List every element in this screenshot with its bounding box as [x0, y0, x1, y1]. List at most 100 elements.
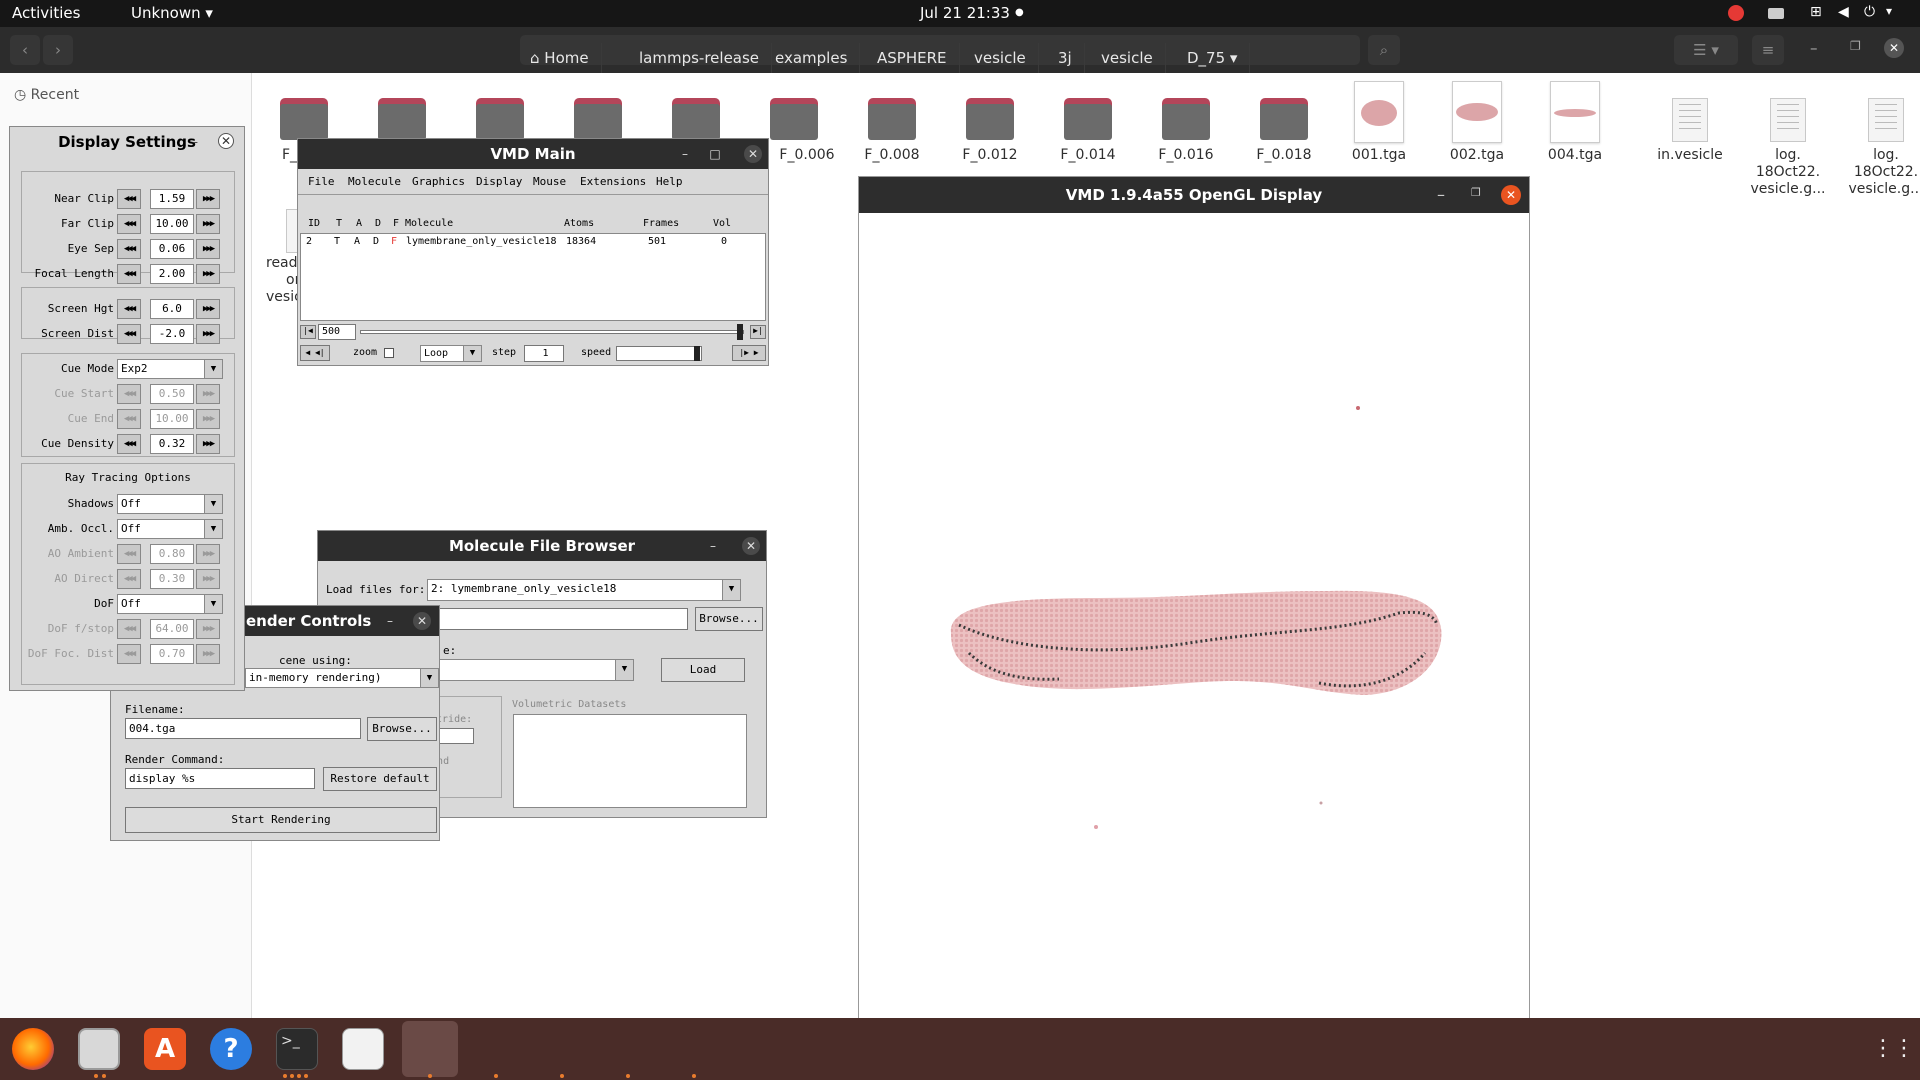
menu-molecule[interactable]: Molecule — [348, 175, 401, 188]
cue-mode-select[interactable]: Exp2 ▼ — [117, 359, 223, 379]
cue-end-increase[interactable]: ▶▶▶ — [196, 409, 220, 429]
text-file-icon[interactable] — [1770, 98, 1806, 142]
render-filename-field[interactable]: 004.tga — [125, 718, 361, 739]
breadcrumb-item[interactable]: vesicle — [1089, 43, 1166, 73]
cue-density-increase[interactable]: ▶▶▶ — [196, 434, 220, 454]
close-icon[interactable]: ✕ — [413, 612, 431, 630]
keyboard-icon[interactable] — [1768, 8, 1784, 19]
cue-density-value[interactable]: 0.32 — [150, 434, 194, 454]
breadcrumb-item[interactable]: D_75 ▾ — [1175, 43, 1251, 73]
play-reverse-button[interactable]: ◀ ◀| — [300, 345, 330, 361]
menu-icon[interactable]: ≡ — [1752, 35, 1784, 65]
back-button[interactable]: ‹ — [10, 35, 40, 65]
near-clip-increase[interactable]: ▶▶▶ — [196, 189, 220, 209]
frame-slider[interactable] — [360, 330, 744, 334]
volumetric-list[interactable] — [513, 714, 747, 808]
menu-extensions[interactable]: Extensions — [580, 175, 646, 188]
folder-icon[interactable] — [476, 98, 524, 140]
amb-occl-select[interactable]: Off ▼ — [117, 519, 223, 539]
near-clip-value[interactable]: 1.59 — [150, 189, 194, 209]
molecule-select[interactable]: 2: lymembrane_only_vesicle18 ▼ — [427, 579, 741, 601]
eye-sep-increase[interactable]: ▶▶▶ — [196, 239, 220, 259]
image-thumbnail[interactable] — [1550, 81, 1600, 143]
go-start-button[interactable]: |◀ — [300, 325, 316, 339]
folder-icon[interactable] — [672, 98, 720, 140]
table-row[interactable]: 2 T A D F lymembrane_only_vesicle18 1836… — [301, 234, 765, 250]
frame-field[interactable]: 500 — [318, 324, 356, 340]
menu-file[interactable]: File — [308, 175, 335, 188]
maximize-icon[interactable]: □ — [706, 145, 724, 163]
maximize-icon[interactable]: ❐ — [1471, 186, 1481, 199]
file-type-select[interactable]: ▼ — [418, 659, 634, 681]
browse-button[interactable]: Browse... — [695, 607, 763, 631]
ao-ambient-decrease[interactable]: ◀◀◀ — [117, 544, 141, 564]
cue-end-value[interactable]: 10.00 — [150, 409, 194, 429]
far-clip-increase[interactable]: ▶▶▶ — [196, 214, 220, 234]
dof-foc-dist-value[interactable]: 0.70 — [150, 644, 194, 664]
molecule-render[interactable] — [859, 213, 1529, 1059]
shadows-select[interactable]: Off ▼ — [117, 494, 223, 514]
minimize-icon[interactable]: – — [704, 537, 722, 555]
ao-direct-decrease[interactable]: ◀◀◀ — [117, 569, 141, 589]
speed-handle[interactable] — [694, 346, 700, 361]
screen-dist-increase[interactable]: ▶▶▶ — [196, 324, 220, 344]
do-not-disturb-icon[interactable] — [1728, 5, 1744, 21]
folder-icon[interactable] — [280, 98, 328, 140]
folder-icon[interactable] — [868, 98, 916, 140]
image-thumbnail[interactable] — [1354, 81, 1404, 143]
folder-icon[interactable] — [770, 98, 818, 140]
filename-field[interactable] — [418, 608, 688, 630]
screen-hgt-value[interactable]: 6.0 — [150, 299, 194, 319]
zoom-checkbox[interactable] — [384, 348, 394, 358]
mol-top[interactable]: T — [334, 234, 340, 250]
mol-active[interactable]: A — [354, 234, 360, 250]
mol-fixed[interactable]: F — [391, 234, 397, 250]
play-forward-button[interactable]: |▶ ▶ — [732, 345, 766, 361]
screen-dist-decrease[interactable]: ◀◀◀ — [117, 324, 141, 344]
renderer-select[interactable]: in-memory rendering) ▼ — [245, 668, 439, 688]
screen-hgt-decrease[interactable]: ◀◀◀ — [117, 299, 141, 319]
active-app-icon[interactable] — [402, 1021, 458, 1077]
load-button[interactable]: Load — [661, 658, 745, 682]
loop-select[interactable]: Loop ▼ — [420, 345, 482, 362]
menu-help[interactable]: Help — [656, 175, 683, 188]
power-icon[interactable]: ⏻ — [1864, 4, 1875, 20]
render-command-field[interactable]: display %s — [125, 768, 315, 789]
minimize-icon[interactable]: – — [1810, 39, 1818, 57]
far-clip-value[interactable]: 10.00 — [150, 214, 194, 234]
text-file-icon[interactable] — [1672, 98, 1708, 142]
speed-slider[interactable] — [616, 346, 702, 361]
view-list-icon[interactable]: ☰ ▾ — [1674, 35, 1738, 65]
far-clip-decrease[interactable]: ◀◀◀ — [117, 214, 141, 234]
dof-fstop-increase[interactable]: ▶▶▶ — [196, 619, 220, 639]
dof-select[interactable]: Off ▼ — [117, 594, 223, 614]
step-field[interactable]: 1 — [524, 345, 564, 362]
cue-start-decrease[interactable]: ◀◀◀ — [117, 384, 141, 404]
focal-length-decrease[interactable]: ◀◀◀ — [117, 264, 141, 284]
minimize-icon[interactable]: – — [1437, 185, 1445, 204]
image-thumbnail[interactable] — [1452, 81, 1502, 143]
dof-foc-dist-increase[interactable]: ▶▶▶ — [196, 644, 220, 664]
folder-icon[interactable] — [378, 98, 426, 140]
vmd-main-window[interactable]: VMD Main – □ ✕ File Molecule Graphics Di… — [297, 138, 769, 366]
eye-sep-value[interactable]: 0.06 — [150, 239, 194, 259]
focal-length-value[interactable]: 2.00 — [150, 264, 194, 284]
start-rendering-button[interactable]: Start Rendering — [125, 807, 437, 833]
screen-dist-value[interactable]: -2.0 — [150, 324, 194, 344]
chevron-down-icon[interactable]: ▾ — [1886, 4, 1892, 18]
close-icon[interactable]: ✕ — [744, 145, 762, 163]
sidebar-item-recent[interactable]: ◷ Recent — [14, 87, 79, 103]
eye-sep-decrease[interactable]: ◀◀◀ — [117, 239, 141, 259]
ao-ambient-increase[interactable]: ▶▶▶ — [196, 544, 220, 564]
minimize-icon[interactable]: – — [381, 612, 399, 630]
close-icon[interactable]: ✕ — [218, 133, 234, 149]
app-grid-icon[interactable]: ⋮⋮⋮ — [1872, 1036, 1920, 1062]
breadcrumb-item[interactable]: ASPHERE — [865, 43, 960, 73]
menu-mouse[interactable]: Mouse — [533, 175, 566, 188]
go-end-button[interactable]: ▶| — [750, 325, 766, 339]
display-settings-window[interactable]: Display Settings – ✕ Near Clip ◀◀◀ 1.59 … — [9, 126, 245, 691]
cue-density-decrease[interactable]: ◀◀◀ — [117, 434, 141, 454]
opengl-display-window[interactable]: VMD 1.9.4a55 OpenGL Display – ❐ ✕ — [858, 176, 1530, 1060]
dof-foc-dist-decrease[interactable]: ◀◀◀ — [117, 644, 141, 664]
activities-button[interactable]: Activities — [12, 4, 80, 22]
